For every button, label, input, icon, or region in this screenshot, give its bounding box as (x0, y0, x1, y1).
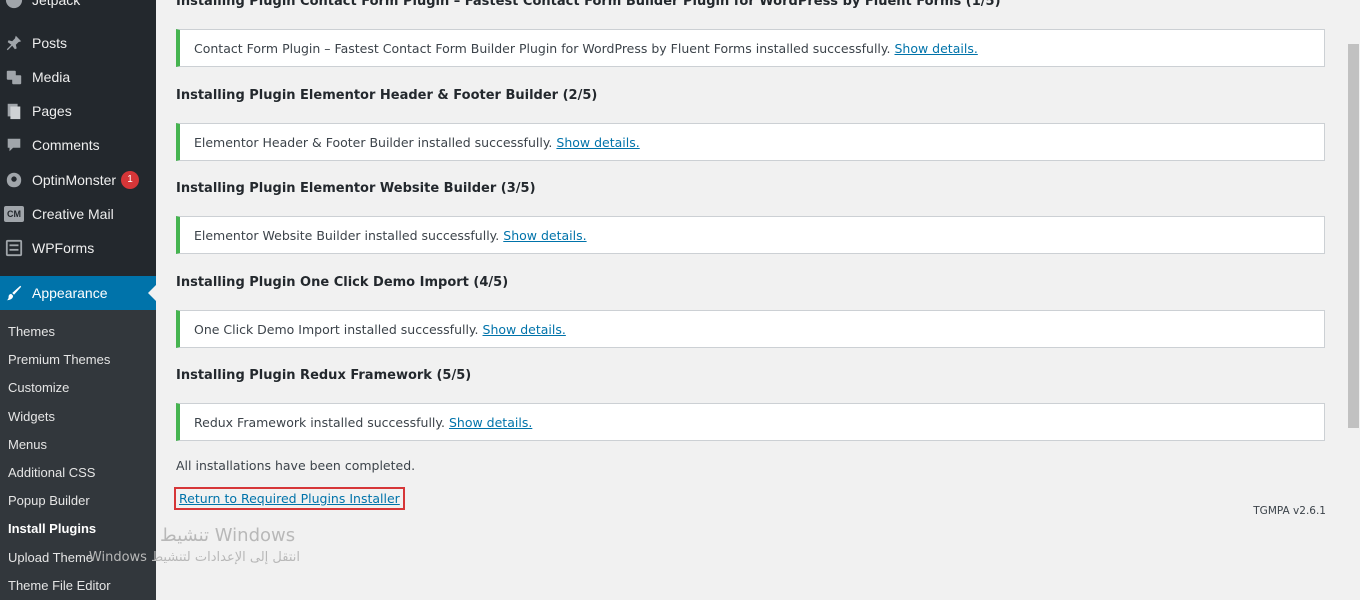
return-to-installer-link[interactable]: Return to Required Plugins Installer (174, 487, 405, 510)
sidebar-item-label: Comments (32, 137, 100, 153)
main-content: Installing Plugin Contact Form Plugin – … (156, 0, 1360, 600)
pages-icon (4, 101, 24, 121)
scrollbar-thumb[interactable] (1348, 44, 1359, 428)
sidebar-item-wpforms[interactable]: WPForms (0, 231, 156, 265)
sidebar-item-media[interactable]: Media (0, 60, 156, 94)
notice-message: Redux Framework installed successfully. (194, 414, 445, 430)
success-notice-4: One Click Demo Import installed successf… (176, 310, 1325, 348)
success-notice-2: Elementor Header & Footer Builder instal… (176, 123, 1325, 161)
sidebar-item-label: Media (32, 69, 71, 85)
pushpin-icon (4, 33, 24, 53)
sidebar-item-label: Posts (32, 35, 68, 51)
submenu-item-premium-themes[interactable]: Premium Themes (8, 352, 110, 367)
show-details-link[interactable]: Show details. (894, 41, 977, 56)
vertical-scrollbar[interactable] (1347, 0, 1360, 600)
sidebar-item-jetpack[interactable]: Jetpack (0, 0, 156, 17)
wpforms-icon (4, 238, 24, 258)
sidebar-item-creative-mail[interactable]: CM Creative Mail (0, 197, 156, 231)
sidebar-item-label: Appearance (32, 285, 108, 301)
jetpack-icon (4, 0, 24, 10)
media-icon (4, 67, 24, 87)
sidebar-item-comments[interactable]: Comments (0, 128, 156, 162)
submenu-item-menus[interactable]: Menus (8, 437, 47, 452)
activation-watermark-subtitle: انتقل إلى الإعدادات لتنشيط Windows (88, 550, 300, 565)
submenu-item-install-plugins[interactable]: Install Plugins (8, 521, 96, 536)
submenu-item-additional-css[interactable]: Additional CSS (8, 465, 95, 480)
sidebar-item-appearance[interactable]: Appearance (0, 276, 156, 310)
submenu-item-customize[interactable]: Customize (8, 380, 69, 395)
sidebar-item-label: Pages (32, 103, 72, 119)
submenu-item-popup-builder[interactable]: Popup Builder (8, 493, 90, 508)
sidebar-item-label: Jetpack (32, 0, 81, 8)
completion-message: All installations have been completed. (176, 458, 416, 473)
sidebar-item-label: Creative Mail (32, 206, 114, 222)
install-heading-4: Installing Plugin One Click Demo Import … (176, 275, 509, 290)
optinmonster-icon (4, 170, 24, 190)
comment-icon (4, 135, 24, 155)
install-heading-5: Installing Plugin Redux Framework (5/5) (176, 368, 472, 383)
sidebar-item-label: WPForms (32, 240, 95, 256)
success-notice-1: Contact Form Plugin – Fastest Contact Fo… (176, 29, 1325, 67)
show-details-link[interactable]: Show details. (556, 135, 639, 150)
sidebar-item-pages[interactable]: Pages (0, 94, 156, 128)
tgmpa-version: TGMPA v2.6.1 (1253, 505, 1326, 517)
submenu-item-themes[interactable]: Themes (8, 324, 55, 339)
notice-message: One Click Demo Import installed successf… (194, 321, 479, 337)
success-notice-5: Redux Framework installed successfully. … (176, 403, 1325, 441)
notification-badge: 1 (121, 171, 140, 189)
install-heading-1: Installing Plugin Contact Form Plugin – … (176, 0, 1001, 9)
sidebar-item-label: OptinMonster (32, 172, 117, 188)
show-details-link[interactable]: Show details. (503, 228, 586, 243)
submenu-item-widgets[interactable]: Widgets (8, 409, 55, 424)
success-notice-3: Elementor Website Builder installed succ… (176, 216, 1325, 254)
show-details-link[interactable]: Show details. (449, 415, 532, 430)
install-heading-2: Installing Plugin Elementor Header & Foo… (176, 88, 598, 103)
sidebar-item-posts[interactable]: Posts (0, 26, 156, 60)
notice-message: Contact Form Plugin – Fastest Contact Fo… (194, 40, 891, 56)
admin-sidebar: Jetpack Posts Media Pages Comments Optin… (0, 0, 156, 600)
creative-mail-icon: CM (4, 206, 24, 222)
submenu-item-theme-file-editor[interactable]: Theme File Editor (8, 578, 111, 593)
install-heading-3: Installing Plugin Elementor Website Buil… (176, 181, 536, 196)
activation-watermark-title: تنشيط Windows (160, 525, 296, 546)
notice-message: Elementor Header & Footer Builder instal… (194, 134, 553, 150)
sidebar-item-optinmonster[interactable]: OptinMonster 1 (0, 163, 156, 197)
notice-message: Elementor Website Builder installed succ… (194, 227, 500, 243)
creative-mail-icon-text: CM (7, 209, 21, 219)
paintbrush-icon (4, 283, 24, 303)
show-details-link[interactable]: Show details. (483, 322, 566, 337)
